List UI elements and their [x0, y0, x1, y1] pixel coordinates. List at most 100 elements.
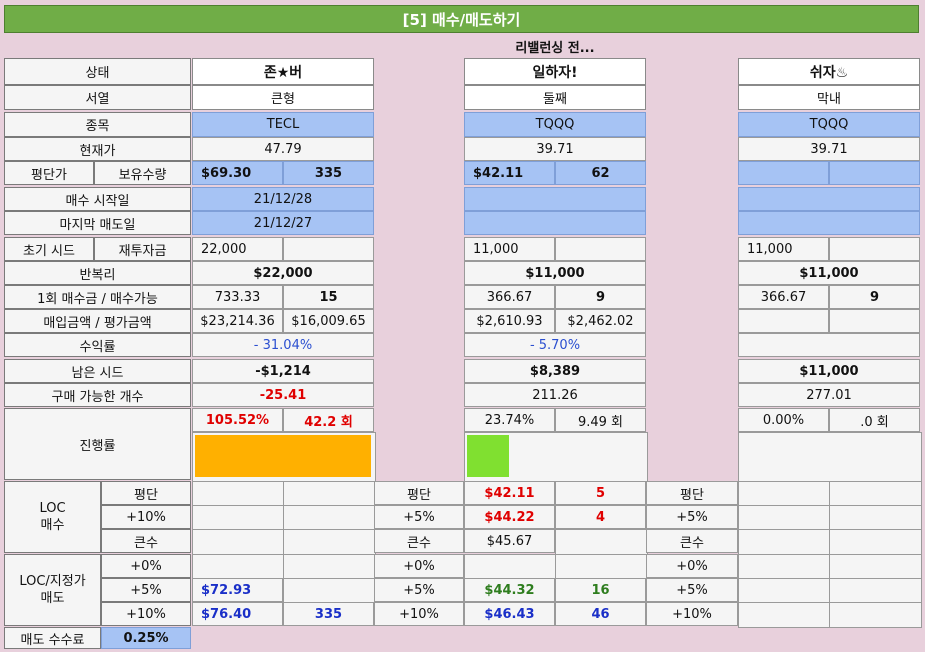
player1-eval: $16,009.65 [283, 309, 374, 333]
player3-ticker[interactable]: TQQQ [738, 112, 920, 137]
player2-progress-pct: 23.74% [464, 408, 555, 432]
player2-rank: 둘째 [464, 85, 646, 110]
p3-loc-avg-label: 평단 [646, 481, 738, 505]
player2-sell-p10-qty: 46 [555, 602, 646, 626]
player2-avg[interactable]: $42.11 [464, 161, 555, 185]
player2-qty[interactable]: 62 [555, 161, 646, 185]
player3-seed: 11,000 [738, 237, 829, 261]
loc-buy-avg: 평단 [101, 481, 191, 505]
player1-price: 47.79 [192, 137, 374, 161]
player2-buyable-count: 9 [555, 285, 646, 309]
player3-rank: 막내 [738, 85, 920, 110]
label-seed: 초기 시드 [4, 237, 94, 261]
player1-buy-start[interactable]: 21/12/28 [192, 187, 374, 211]
label-buyable: 구매 가능한 개수 [4, 383, 191, 407]
player3-progress-pct: 0.00% [738, 408, 829, 432]
player1-rank: 큰형 [192, 85, 374, 110]
subtitle: 리밸런싱 전... [515, 40, 595, 56]
player1-sell-p10-qty: 335 [283, 602, 374, 626]
player2-ticker[interactable]: TQQQ [464, 112, 646, 137]
label-last-sell: 마지막 매도일 [4, 211, 191, 235]
player2-last-sell[interactable] [464, 211, 646, 235]
player1-qty[interactable]: 335 [283, 161, 374, 185]
player1-last-sell[interactable]: 21/12/27 [192, 211, 374, 235]
player2-buy-start[interactable] [464, 187, 646, 211]
label-status: 상태 [4, 58, 191, 85]
label-ticker: 종목 [4, 112, 191, 137]
player3-buyable-count: 9 [829, 285, 920, 309]
label-progress: 진행률 [4, 408, 191, 480]
player2-progress-bar [467, 435, 509, 477]
player2-buy-avg-qty: 5 [555, 481, 646, 505]
p3-sell-p10-label: +10% [646, 602, 738, 626]
player2-seed: 11,000 [464, 237, 555, 261]
player1-name: 존★버 [192, 58, 374, 85]
player2-cost: $2,610.93 [464, 309, 555, 333]
label-order: 서열 [4, 85, 191, 110]
loc-sell-p10: +10% [101, 602, 191, 626]
label-price: 현재가 [4, 137, 191, 161]
player2-buy-p5-qty: 4 [555, 505, 646, 529]
loc-sell-p0: +0% [101, 554, 191, 578]
p3-loc-big-label: 큰수 [646, 529, 738, 553]
fee-value[interactable]: 0.25% [101, 627, 191, 649]
player2-progress-track [464, 432, 648, 482]
player2-compound: $11,000 [464, 261, 646, 285]
player2-remain: $8,389 [464, 359, 646, 383]
label-per-buy: 1회 매수금 / 매수가능 [4, 285, 191, 309]
player1-sell-p10-price: $76.40 [192, 602, 283, 626]
player2-price: 39.71 [464, 137, 646, 161]
player2-eval: $2,462.02 [555, 309, 646, 333]
player1-progress-track [192, 432, 376, 482]
player1-return: - 31.04% [192, 333, 374, 357]
label-remain: 남은 시드 [4, 359, 191, 383]
player3-buy-start[interactable] [738, 187, 920, 211]
label-compound: 반복리 [4, 261, 191, 285]
label-loc-sell: LOC/지정가 매도 [4, 554, 101, 626]
p3-sell-p0-label: +0% [646, 554, 738, 578]
player1-per-buy: 733.33 [192, 285, 283, 309]
loc-sell-p5: +5% [101, 578, 191, 602]
player3-return [738, 333, 920, 357]
label-reinvest: 재투자금 [94, 237, 191, 261]
player1-avg[interactable]: $69.30 [192, 161, 283, 185]
player1-compound: $22,000 [192, 261, 374, 285]
player2-return: - 5.70% [464, 333, 646, 357]
player3-price: 39.71 [738, 137, 920, 161]
label-cost-eval: 매입금액 / 평가금액 [4, 309, 191, 333]
player3-remain: $11,000 [738, 359, 920, 383]
player3-buyable: 277.01 [738, 383, 920, 407]
p2-loc-avg-label: 평단 [374, 481, 464, 505]
p2-loc-p5-label: +5% [374, 505, 464, 529]
player2-buy-big-price: $45.67 [464, 529, 555, 553]
player2-sell-p10-price: $46.43 [464, 602, 555, 626]
player2-sell-p5-price: $44.32 [464, 578, 555, 602]
player2-buy-avg-price: $42.11 [464, 481, 555, 505]
label-qty: 보유수량 [94, 161, 191, 185]
player3-cost [738, 309, 829, 333]
player1-remain: -$1,214 [192, 359, 374, 383]
player1-sell-p5-price: $72.93 [192, 578, 283, 602]
player1-reinvest [283, 237, 374, 261]
player3-progress-track [738, 432, 922, 482]
player2-per-buy: 366.67 [464, 285, 555, 309]
loc-buy-p10: +10% [101, 505, 191, 529]
player3-eval [829, 309, 920, 333]
p2-loc-big-label: 큰수 [374, 529, 464, 553]
p2-sell-p5-label: +5% [374, 578, 464, 602]
player2-buy-p5-price: $44.22 [464, 505, 555, 529]
player3-avg[interactable] [738, 161, 829, 185]
label-buy-start: 매수 시작일 [4, 187, 191, 211]
player1-seed: 22,000 [192, 237, 283, 261]
player2-sell-p5-qty: 16 [555, 578, 646, 602]
player2-progress-times: 9.49 회 [555, 408, 646, 432]
player3-qty[interactable] [829, 161, 920, 185]
player3-last-sell[interactable] [738, 211, 920, 235]
player3-name: 쉬자♨ [738, 58, 920, 85]
player3-progress-times: .0 회 [829, 408, 920, 432]
p2-sell-p10-label: +10% [374, 602, 464, 626]
player1-ticker[interactable]: TECL [192, 112, 374, 137]
player1-progress-pct: 105.52% [192, 408, 283, 432]
player1-cost: $23,214.36 [192, 309, 283, 333]
player2-name: 일하자! [464, 58, 646, 85]
